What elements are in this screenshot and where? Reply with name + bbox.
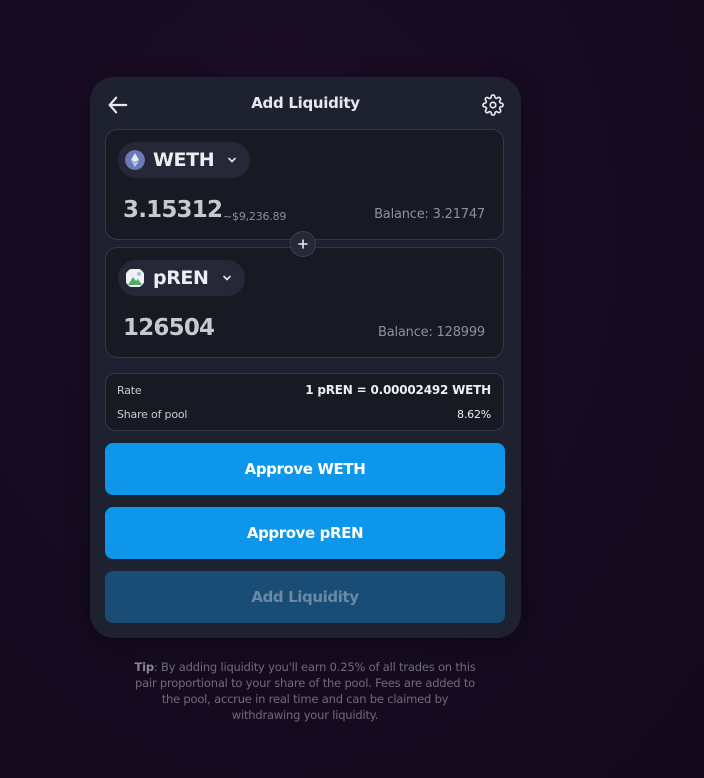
tip-body: : By adding liquidity you'll earn 0.25% … <box>135 660 476 722</box>
gear-icon[interactable] <box>482 94 504 116</box>
approve-weth-button[interactable]: Approve WETH <box>105 443 505 495</box>
share-of-pool-value: 8.62% <box>457 408 491 421</box>
tip-label: Tip <box>134 660 154 674</box>
chevron-down-icon <box>228 157 237 163</box>
share-of-pool-label: Share of pool <box>117 408 188 421</box>
page-title: Add Liquidity <box>251 94 360 112</box>
pool-info-box: Rate 1 pREN = 0.00002492 WETH Share of p… <box>105 373 504 431</box>
add-liquidity-button[interactable]: Add Liquidity <box>105 571 505 623</box>
token-a-usd-value: ~$9,236.89 <box>223 210 287 223</box>
token-a-panel: WETH 3.15312 ~$9,236.89 Balance: 3.21747 <box>105 129 504 240</box>
chevron-down-icon <box>222 275 231 281</box>
token-b-selector[interactable]: pREN <box>118 260 245 296</box>
token-b-panel: pREN 126504 Balance: 128999 <box>105 247 504 358</box>
rate-value: 1 pREN = 0.00002492 WETH <box>305 383 491 397</box>
pren-logo-icon <box>126 269 144 287</box>
tip-text: Tip: By adding liquidity you'll earn 0.2… <box>130 659 480 723</box>
token-a-selector[interactable]: WETH <box>118 142 251 178</box>
add-liquidity-card: Add Liquidity WETH 3.15312 ~$9,236.89 Ba… <box>90 77 521 638</box>
token-b-symbol: pREN <box>153 267 209 289</box>
plus-icon <box>290 231 316 257</box>
approve-pren-button[interactable]: Approve pREN <box>105 507 505 559</box>
token-a-amount-input[interactable]: 3.15312 <box>123 197 223 223</box>
token-b-balance: Balance: 128999 <box>378 325 485 340</box>
card-header: Add Liquidity <box>90 77 521 131</box>
token-a-symbol: WETH <box>153 149 215 171</box>
ethereum-logo-icon <box>125 150 145 170</box>
token-b-amount-input[interactable]: 126504 <box>123 315 215 341</box>
rate-label: Rate <box>117 384 142 397</box>
token-a-balance: Balance: 3.21747 <box>374 207 485 222</box>
